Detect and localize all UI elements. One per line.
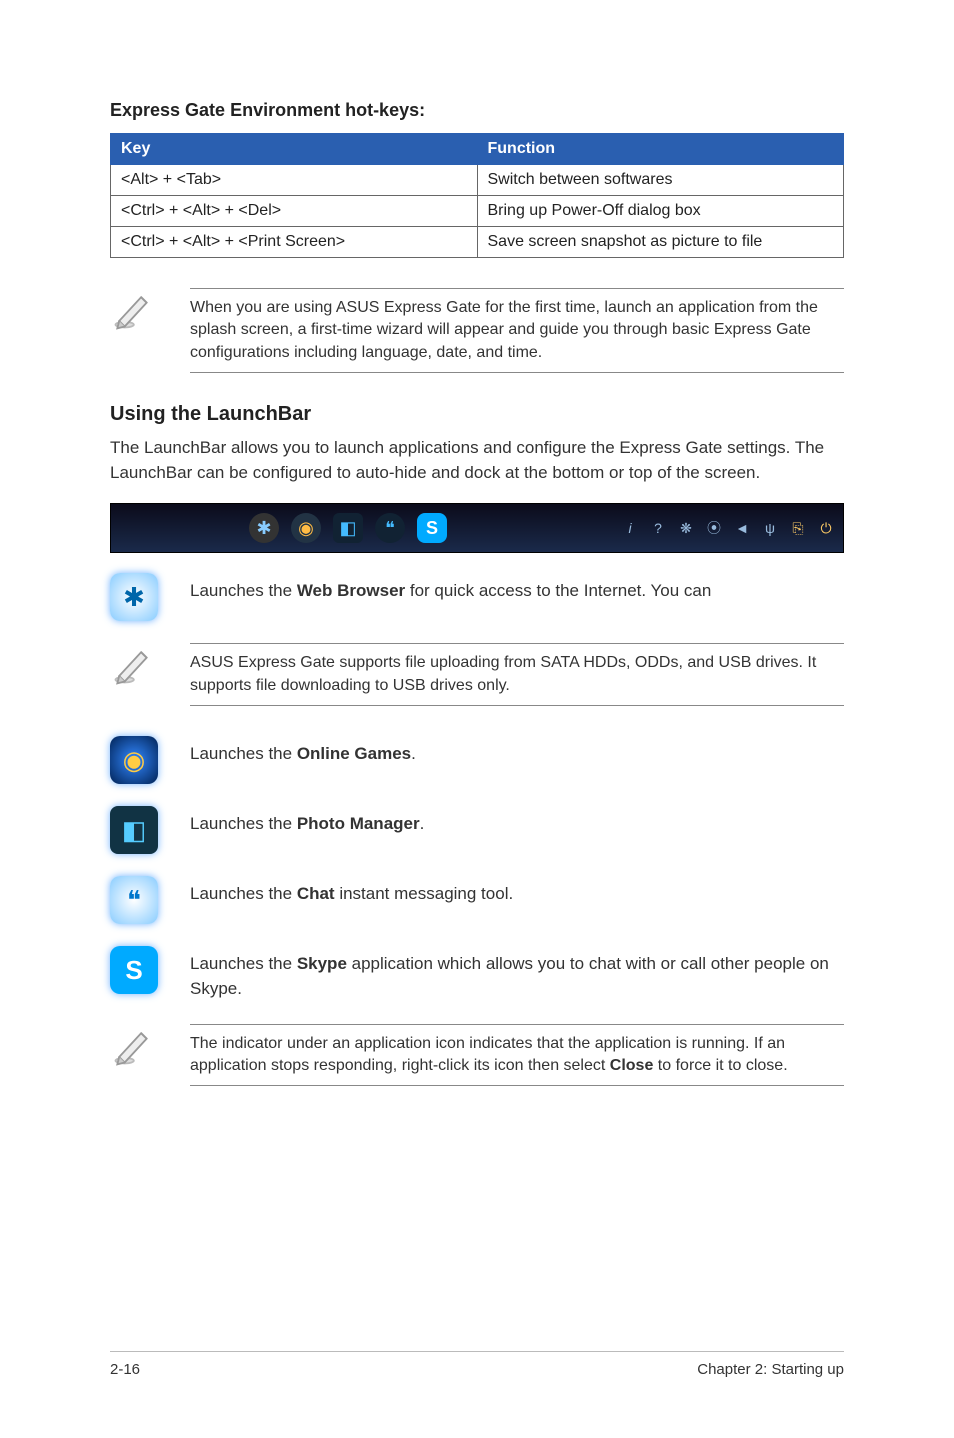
cell-fn: Save screen snapshot as picture to file: [477, 227, 844, 258]
table-row: <Alt> + <Tab> Switch between softwares: [111, 165, 844, 196]
skype-icon: S: [417, 513, 447, 543]
photo-manager-icon: ◧: [110, 806, 158, 854]
note-block: When you are using ASUS Express Gate for…: [110, 288, 844, 373]
page-number: 2-16: [110, 1361, 140, 1378]
photo-icon: ◧: [333, 513, 363, 543]
hotkeys-table: Key Function <Alt> + <Tab> Switch betwee…: [110, 133, 844, 258]
online-games-text: Launches the Online Games.: [190, 736, 844, 767]
chat-icon: ❝: [110, 876, 158, 924]
t: Launches the: [190, 954, 297, 973]
note-text: When you are using ASUS Express Gate for…: [190, 288, 844, 373]
col-key: Key: [111, 134, 478, 165]
pencil-note-icon: [110, 1024, 160, 1073]
app-item-online-games: ◉ Launches the Online Games.: [110, 736, 844, 784]
table-row: <Ctrl> + <Alt> + <Print Screen> Save scr…: [111, 227, 844, 258]
chapter-label: Chapter 2: Starting up: [697, 1361, 844, 1378]
t-strong: Web Browser: [297, 581, 405, 600]
col-function: Function: [477, 134, 844, 165]
app-item-chat: ❝ Launches the Chat instant messaging to…: [110, 876, 844, 924]
app-item-photo-manager: ◧ Launches the Photo Manager.: [110, 806, 844, 854]
info-icon: i: [621, 519, 639, 537]
cell-fn: Bring up Power-Off dialog box: [477, 196, 844, 227]
pencil-note-icon: [110, 288, 160, 337]
pencil-note-icon: [110, 643, 160, 692]
browser-icon: ✱: [249, 513, 279, 543]
note-text: The indicator under an application icon …: [190, 1024, 844, 1087]
web-browser-text: Launches the Web Browser for quick acces…: [190, 573, 844, 604]
cell-fn: Switch between softwares: [477, 165, 844, 196]
note-block: ASUS Express Gate supports file uploadin…: [110, 643, 844, 706]
launchbar-screenshot: ✱ ◉ ◧ ❝ S i ? ❋ ⦿ ◄ ψ ⎘ ⏻: [110, 503, 844, 553]
t-strong: Online Games: [297, 744, 411, 763]
t: Launches the: [190, 884, 297, 903]
t: .: [411, 744, 416, 763]
launchbar-heading: Using the LaunchBar: [110, 403, 844, 426]
note-text: ASUS Express Gate supports file uploadin…: [190, 643, 844, 706]
page-footer: 2-16 Chapter 2: Starting up: [110, 1355, 844, 1378]
table-row: <Ctrl> + <Alt> + <Del> Bring up Power-Of…: [111, 196, 844, 227]
skype-icon: S: [110, 946, 158, 994]
t-strong: Close: [610, 1057, 654, 1074]
t: Launches the: [190, 744, 297, 763]
t: to force it to close.: [653, 1057, 787, 1074]
power-icon: ⏻: [817, 519, 835, 537]
cell-key: <Ctrl> + <Alt> + <Del>: [111, 196, 478, 227]
cell-key: <Alt> + <Tab>: [111, 165, 478, 196]
settings-icon: ❋: [677, 519, 695, 537]
help-icon: ?: [649, 519, 667, 537]
t: Launches the: [190, 581, 297, 600]
t: for quick access to the Internet. You ca…: [405, 581, 711, 600]
footer-rule: [110, 1351, 844, 1352]
app-item-web-browser: ✱ Launches the Web Browser for quick acc…: [110, 573, 844, 621]
t: instant messaging tool.: [335, 884, 514, 903]
skype-text: Launches the Skype application which all…: [190, 946, 844, 1001]
online-games-icon: ◉: [110, 736, 158, 784]
volume-icon: ◄: [733, 519, 751, 537]
games-icon: ◉: [291, 513, 321, 543]
t: Launches the: [190, 814, 297, 833]
launchbar-body: The LaunchBar allows you to launch appli…: [110, 436, 844, 485]
cell-key: <Ctrl> + <Alt> + <Print Screen>: [111, 227, 478, 258]
usb-icon: ψ: [761, 519, 779, 537]
note-block: The indicator under an application icon …: [110, 1024, 844, 1087]
t: .: [420, 814, 425, 833]
app-item-skype: S Launches the Skype application which a…: [110, 946, 844, 1001]
web-browser-icon: ✱: [110, 573, 158, 621]
chat-text: Launches the Chat instant messaging tool…: [190, 876, 844, 907]
photo-manager-text: Launches the Photo Manager.: [190, 806, 844, 837]
chat-icon: ❝: [375, 513, 405, 543]
t-strong: Chat: [297, 884, 335, 903]
t-strong: Photo Manager: [297, 814, 420, 833]
logout-icon: ⎘: [789, 519, 807, 537]
hotkeys-heading: Express Gate Environment hot-keys:: [110, 100, 844, 121]
network-icon: ⦿: [705, 519, 723, 537]
t-strong: Skype: [297, 954, 347, 973]
